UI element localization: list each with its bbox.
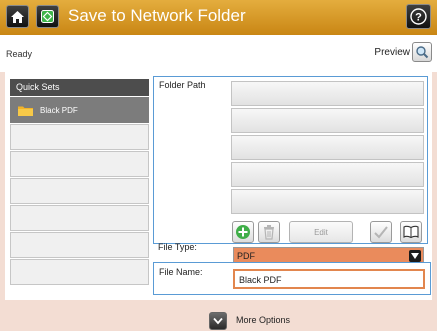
folder-path-row[interactable] <box>231 162 424 187</box>
quick-set-item[interactable] <box>10 232 149 258</box>
start-button[interactable] <box>36 5 59 28</box>
home-icon <box>11 10 24 23</box>
quick-set-item[interactable] <box>10 124 149 150</box>
status-text: Ready <box>6 49 33 59</box>
address-book-button[interactable] <box>400 221 422 243</box>
main-panel: Quick Sets Black PDF Folder Path Edit Fi… <box>5 72 432 300</box>
chevron-down-icon <box>409 250 421 262</box>
file-name-input[interactable]: Black PDF <box>233 269 425 289</box>
title-bar: Save to Network Folder ? <box>0 0 437 35</box>
folder-path-box: Folder Path Edit <box>153 76 428 244</box>
file-type-value: PDF <box>237 251 255 261</box>
quick-set-item[interactable] <box>10 205 149 231</box>
more-options-label[interactable]: More Options <box>236 315 290 325</box>
folder-path-label: Folder Path <box>159 80 206 90</box>
checkmark-icon <box>374 226 388 239</box>
chevron-down-icon <box>213 317 223 325</box>
folder-icon <box>18 106 33 116</box>
help-icon: ? <box>410 8 427 25</box>
file-name-label: File Name: <box>159 267 203 277</box>
preview-button[interactable] <box>412 42 432 62</box>
bottom-bar: More Options <box>0 300 437 331</box>
svg-text:?: ? <box>415 12 422 24</box>
ok-button[interactable] <box>370 221 392 243</box>
folder-path-row[interactable] <box>231 135 424 160</box>
quick-set-item[interactable]: Black PDF <box>10 97 149 123</box>
quick-set-label: Black PDF <box>40 106 78 115</box>
status-bar: Ready Preview <box>0 35 437 72</box>
file-type-label: File Type: <box>158 242 197 252</box>
quick-set-item[interactable] <box>10 178 149 204</box>
home-button[interactable] <box>6 5 29 28</box>
add-icon <box>236 225 250 239</box>
address-book-icon <box>403 225 419 239</box>
delete-icon <box>264 225 274 240</box>
folder-path-row[interactable] <box>231 189 424 214</box>
quick-sets-header: Quick Sets <box>10 79 149 96</box>
folder-path-row[interactable] <box>231 108 424 133</box>
help-button[interactable]: ? <box>406 4 431 29</box>
file-name-box: File Name: Black PDF <box>153 262 431 295</box>
delete-button[interactable] <box>258 221 280 243</box>
magnifier-icon <box>416 46 429 59</box>
add-button[interactable] <box>232 221 254 243</box>
start-icon <box>41 10 54 23</box>
page-title: Save to Network Folder <box>68 6 246 25</box>
folder-path-row[interactable] <box>231 81 424 106</box>
quick-set-item[interactable] <box>10 151 149 177</box>
quick-set-item[interactable] <box>10 259 149 285</box>
preview-label: Preview <box>374 47 410 58</box>
edit-button[interactable]: Edit <box>289 221 353 243</box>
more-options-button[interactable] <box>209 312 227 330</box>
